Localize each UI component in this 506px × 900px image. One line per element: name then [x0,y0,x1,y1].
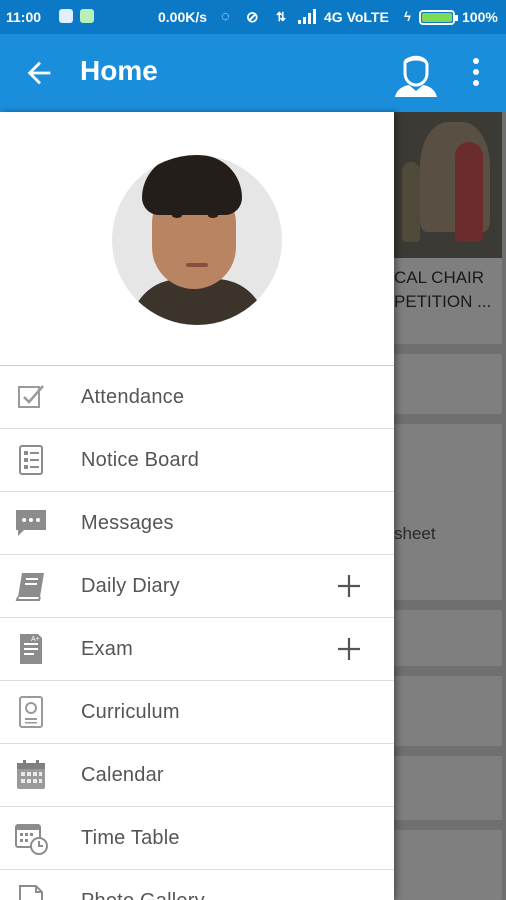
drawer-item-label: Notice Board [81,449,200,471]
event-photo [380,112,502,258]
drawer-item-curriculum[interactable]: Curriculum [0,681,394,744]
drawer-item-attendance[interactable]: Attendance [0,366,394,429]
more-vert-icon[interactable] [466,58,486,88]
checkbox-icon [18,385,44,408]
user-profile-icon[interactable] [393,53,439,97]
arrow-left-icon[interactable] [22,56,56,90]
drawer-item-label: Exam [81,638,133,660]
navigation-drawer: Attendance Notice Board Messages Daily D… [0,112,394,900]
drawer-item-label: Curriculum [81,701,180,723]
content-card[interactable] [380,830,502,900]
event-caption-line1: CAL CHAIR [394,268,485,287]
drawer-header [0,112,394,366]
app-bar: Home [0,34,506,112]
drawer-item-messages[interactable]: Messages [0,492,394,555]
drawer-item-label: Daily Diary [81,575,180,597]
status-bar: 11:00 0.00K/s ◌ ⊘ ⇅ 4G VoLTE ϟ 100% [0,0,506,34]
content-card[interactable] [380,610,502,666]
certificate-icon [19,696,43,728]
drawer-item-calendar[interactable]: Calendar [0,744,394,807]
drawer-item-label: Messages [81,512,174,534]
battery-icon [419,10,458,25]
signal-icon [298,9,316,24]
expand-plus-icon[interactable] [336,636,362,662]
drawer-item-photo-gallery[interactable]: Photo Gallery [0,870,394,900]
content-card[interactable]: sheet [380,424,502,600]
status-time: 11:00 [6,9,42,25]
content-card[interactable] [380,676,502,746]
drawer-item-label: Photo Gallery [81,890,205,900]
network-speed: 0.00K/s [158,9,208,25]
avatar[interactable] [112,155,282,325]
battery-percent: 100% [462,9,498,25]
content-card[interactable] [380,756,502,820]
card-text: sheet [394,524,436,543]
event-caption-line2: PETITION ... [394,292,492,311]
exam-sheet-icon: A+ [20,634,42,664]
content-card[interactable] [380,354,502,414]
page-title: Home [80,55,158,86]
svg-text:A+: A+ [31,636,40,643]
app-notification-icon [80,9,94,23]
sync-icon: ◌ [221,8,230,25]
chat-bubble-icon [16,510,46,536]
rotation-icon: ⊘ [246,9,259,26]
book-icon [15,573,44,601]
calendar-icon [17,760,45,789]
charging-icon: ϟ [404,9,411,24]
battery-level [422,13,452,22]
calendar-clock-icon [15,824,48,855]
network-type: 4G VoLTE [324,9,389,25]
checklist-icon [19,445,43,475]
photo-document-icon [19,885,43,900]
event-card[interactable]: CAL CHAIR PETITION ... [380,112,502,344]
data-arrows-icon: ⇅ [276,10,287,24]
drawer-item-time-table[interactable]: Time Table [0,807,394,870]
drawer-item-exam[interactable]: A+ Exam [0,618,394,681]
shield-notification-icon [59,9,73,23]
drawer-item-label: Time Table [81,827,180,849]
drawer-item-label: Attendance [81,386,185,408]
drawer-item-notice-board[interactable]: Notice Board [0,429,394,492]
expand-plus-icon[interactable] [336,573,362,599]
drawer-item-label: Calendar [81,764,164,786]
drawer-item-daily-diary[interactable]: Daily Diary [0,555,394,618]
